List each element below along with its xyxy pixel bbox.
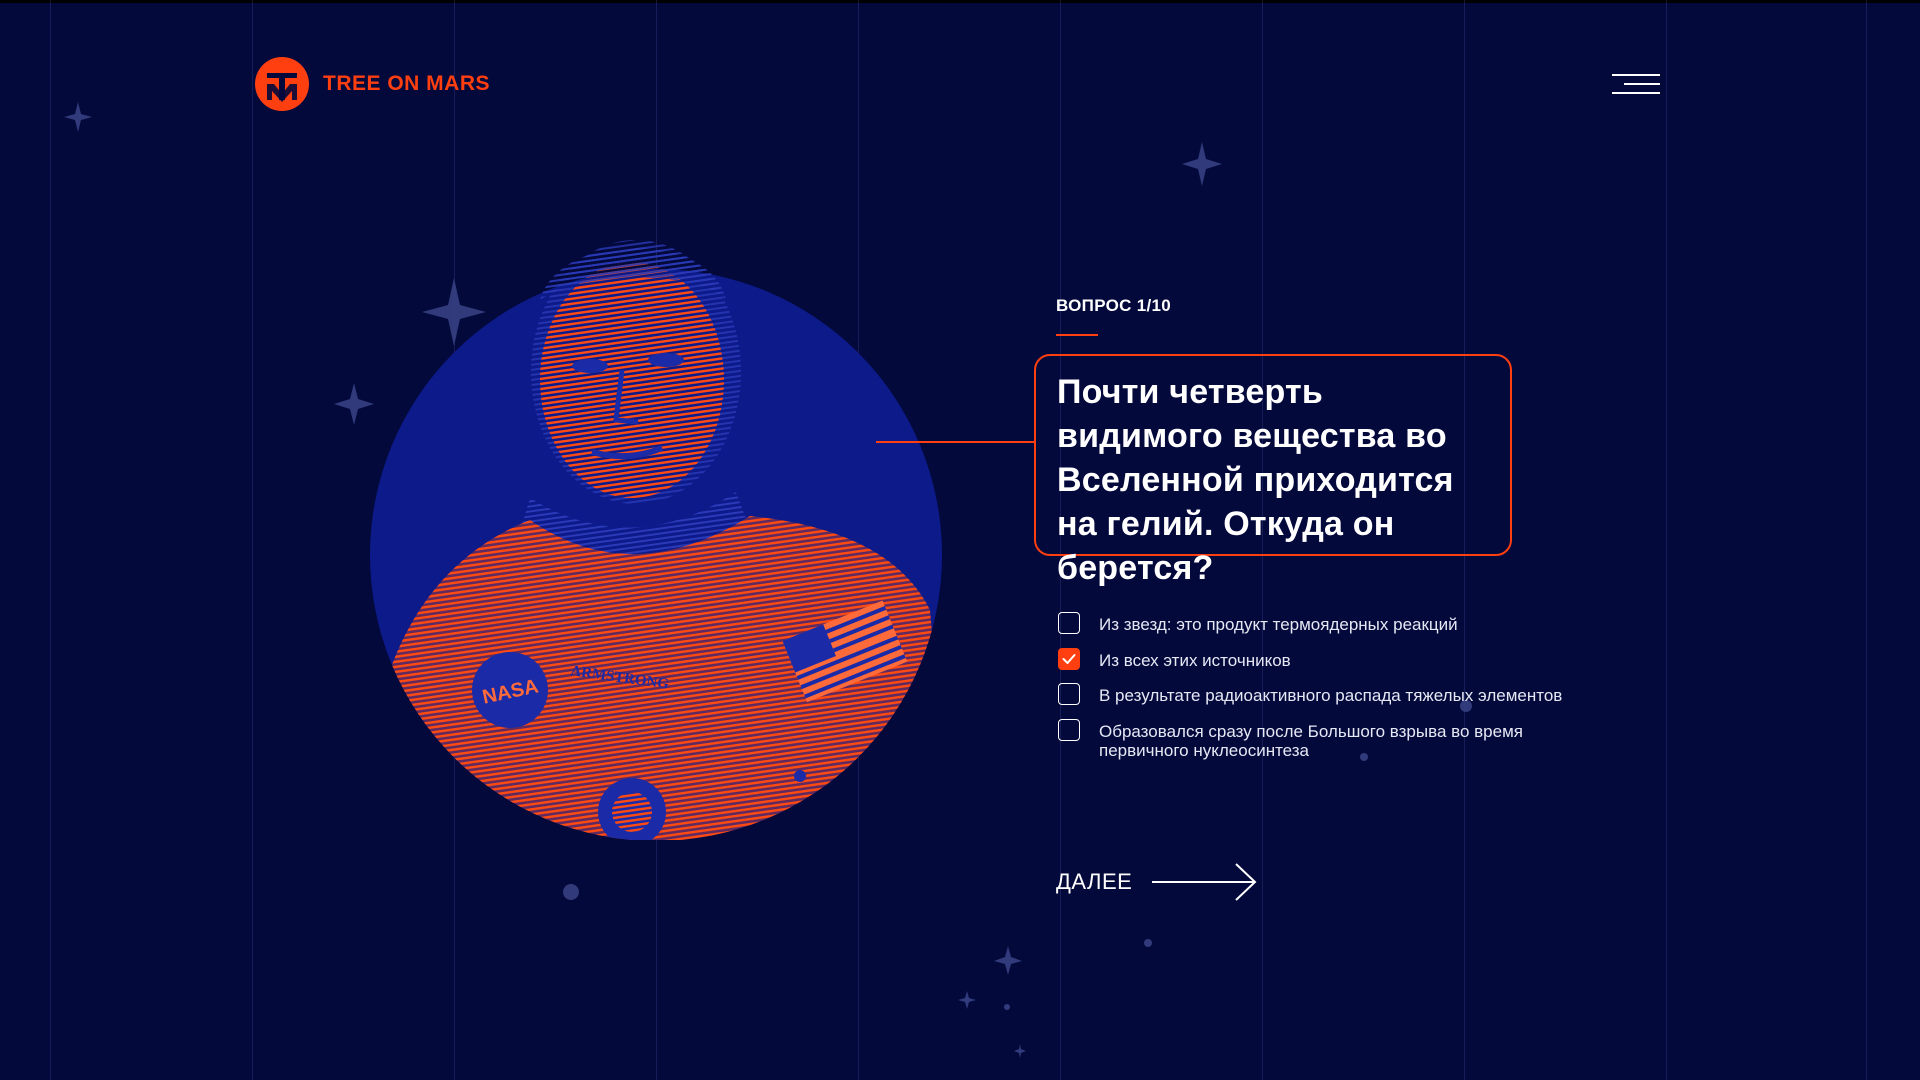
next-button[interactable]: ДАЛЕЕ xyxy=(1056,862,1258,902)
next-label: ДАЛЕЕ xyxy=(1056,869,1133,894)
dot-icon xyxy=(1144,939,1152,947)
option-label: Из звезд: это продукт термоядерных реакц… xyxy=(1099,615,1458,634)
quiz-page: TREE ON MARS NASA ARMSTRONG ВОПРОС 1/10 … xyxy=(0,0,1920,1080)
astronaut-portrait: NASA ARMSTRONG xyxy=(370,240,942,840)
option-label: В результате радиоактивного распада тяже… xyxy=(1099,686,1563,705)
brand-name: TREE ON MARS xyxy=(323,72,491,95)
checkbox-checked[interactable] xyxy=(1058,648,1080,670)
checkbox[interactable] xyxy=(1058,612,1080,634)
checkbox[interactable] xyxy=(1058,683,1080,705)
logo[interactable]: TREE ON MARS xyxy=(254,56,490,112)
option-label: Образовался сразу после Большого взрыва … xyxy=(1099,722,1523,760)
checkbox[interactable] xyxy=(1058,719,1080,741)
answer-option[interactable]: В результате радиоактивного распада тяже… xyxy=(1058,683,1618,705)
question-text: Почти четверть видимого вещества во Всел… xyxy=(1057,373,1454,587)
top-border xyxy=(0,0,1920,3)
dot-icon xyxy=(1004,1004,1010,1010)
question-counter: ВОПРОС 1/10 xyxy=(1056,296,1172,315)
star-icon xyxy=(1014,1044,1026,1058)
star-icon xyxy=(1182,142,1222,186)
grid-line xyxy=(1666,0,1667,1080)
stars-decoration xyxy=(64,102,1472,1058)
arrow-right-icon xyxy=(1152,863,1257,901)
counter-underline xyxy=(1056,334,1098,336)
star-icon xyxy=(958,991,976,1009)
tree-on-mars-logo-icon xyxy=(255,57,309,111)
answer-option[interactable]: Из всех этих источников xyxy=(1058,648,1618,670)
checkmark-icon xyxy=(1062,654,1076,664)
star-icon xyxy=(64,102,92,132)
hamburger-menu-icon[interactable] xyxy=(1612,74,1660,98)
star-icon xyxy=(334,383,374,425)
answer-option[interactable]: Образовался сразу после Большого взрыва … xyxy=(1058,719,1618,760)
connector-line xyxy=(876,441,1035,443)
dot-icon xyxy=(563,884,579,900)
grid-line xyxy=(50,0,51,1080)
answer-option[interactable]: Из звезд: это продукт термоядерных реакц… xyxy=(1058,612,1618,634)
grid-line xyxy=(252,0,253,1080)
grid-line xyxy=(1866,0,1867,1080)
question-box: Почти четверть видимого вещества во Всел… xyxy=(1034,354,1512,587)
star-icon xyxy=(994,946,1022,975)
answer-options: Из звезд: это продукт термоядерных реакц… xyxy=(1058,612,1618,774)
option-label: Из всех этих источников xyxy=(1099,651,1291,670)
